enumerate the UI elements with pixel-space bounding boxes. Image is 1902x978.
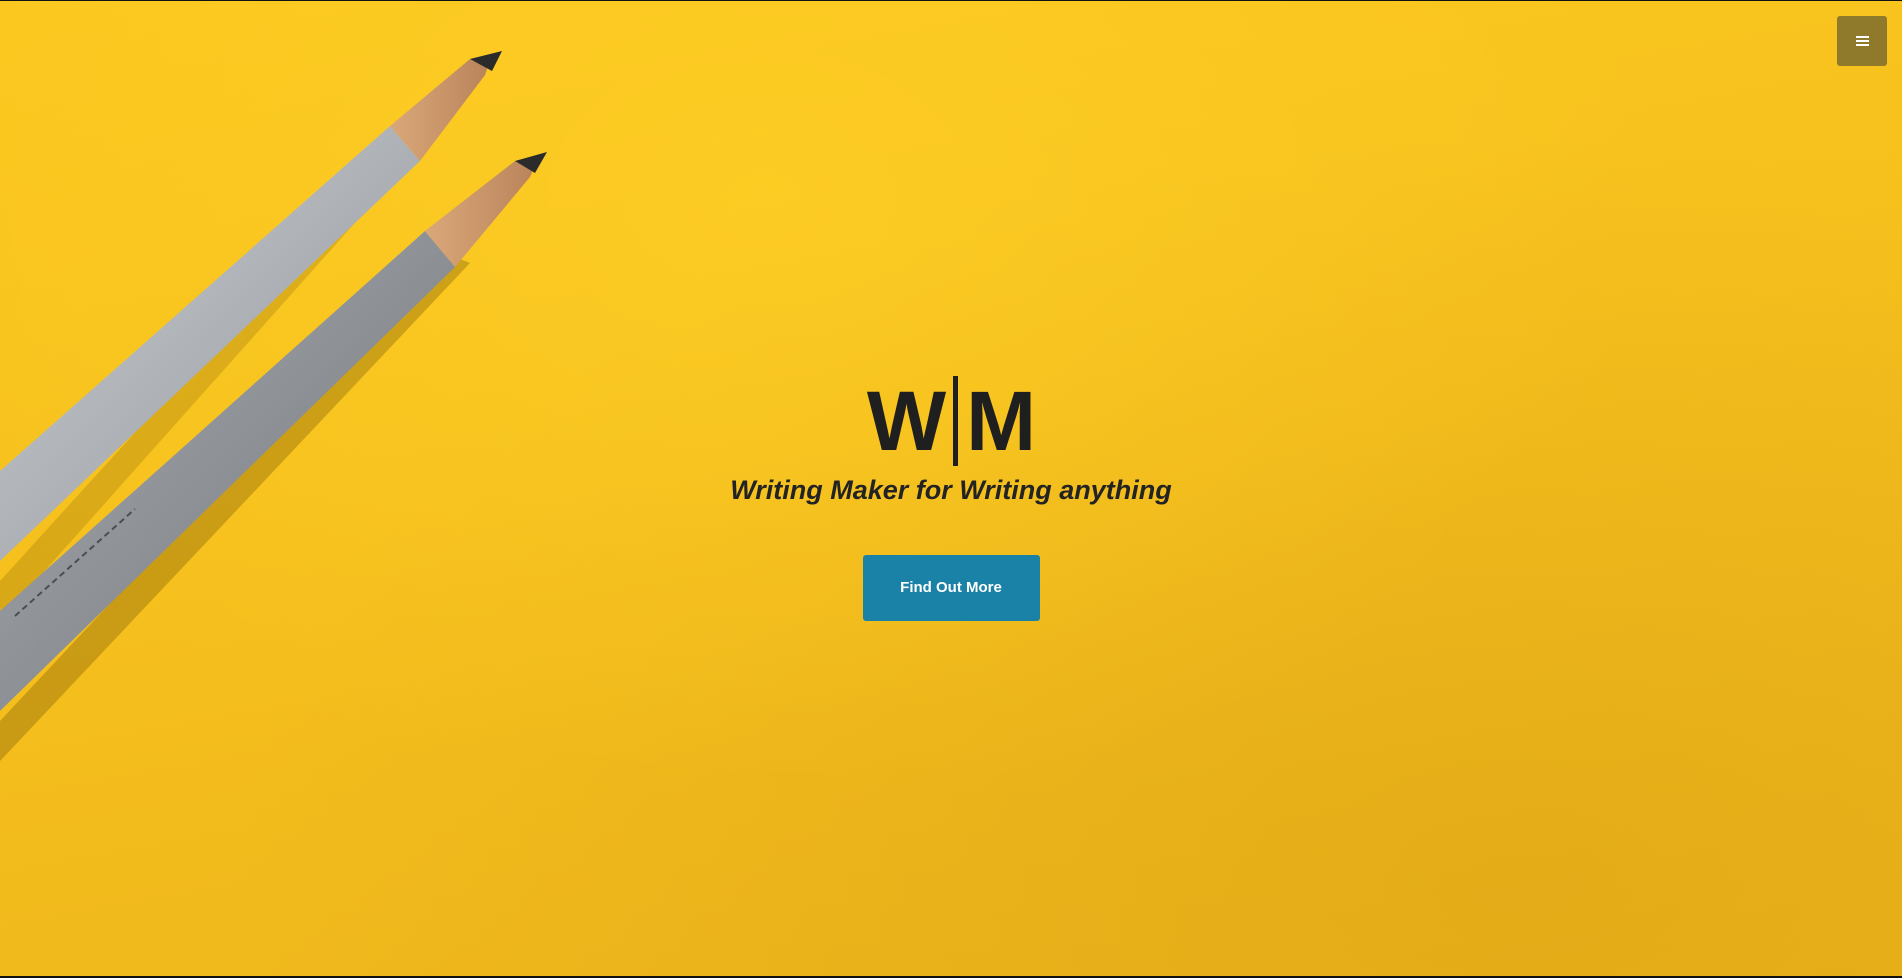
logo-letter-m: M [966,373,1036,468]
site-logo: W M [866,371,1036,471]
find-out-more-button[interactable]: Find Out More [862,555,1040,621]
menu-toggle-button[interactable] [1837,16,1887,66]
logo-divider [953,376,959,466]
hamburger-menu-icon [1855,36,1869,46]
hero-section: W M Writing Maker for Writing anything F… [0,1,1902,976]
hero-content: W M Writing Maker for Writing anything F… [0,371,1902,621]
logo-letter-w: W [866,373,946,468]
site-tagline: Writing Maker for Writing anything [730,475,1172,505]
